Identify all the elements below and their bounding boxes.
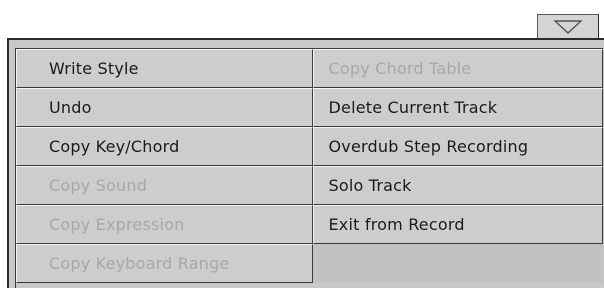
menu-grid: Write Style Undo Copy Key/Chord Copy Sou… <box>15 48 603 288</box>
menu-item-exit-from-record[interactable]: Exit from Record <box>312 205 603 244</box>
screen: Write Style Undo Copy Key/Chord Copy Sou… <box>0 0 604 288</box>
menu-item-solo-track[interactable]: Solo Track <box>312 166 603 205</box>
menu-item-copy-key-chord[interactable]: Copy Key/Chord <box>16 127 313 166</box>
menu-dropdown-button[interactable] <box>537 14 599 39</box>
menu-item-empty <box>312 244 603 283</box>
menu-item-overdub-step-recording[interactable]: Overdub Step Recording <box>312 127 603 166</box>
menu-item-copy-sound: Copy Sound <box>16 166 313 205</box>
menu-item-copy-keyboard-range: Copy Keyboard Range <box>16 244 313 283</box>
menu-item-copy-chord-table: Copy Chord Table <box>312 49 603 88</box>
menu-column-right: Copy Chord Table Delete Current Track Ov… <box>312 49 603 288</box>
menu-item-copy-expression: Copy Expression <box>16 205 313 244</box>
menu-item-undo[interactable]: Undo <box>16 88 313 127</box>
menu-item-delete-current-track[interactable]: Delete Current Track <box>312 88 603 127</box>
triangle-down-icon <box>553 19 583 34</box>
menu-column-left: Write Style Undo Copy Key/Chord Copy Sou… <box>16 49 313 288</box>
menu-item-write-style[interactable]: Write Style <box>16 49 313 88</box>
menu-panel: Write Style Undo Copy Key/Chord Copy Sou… <box>7 38 604 288</box>
